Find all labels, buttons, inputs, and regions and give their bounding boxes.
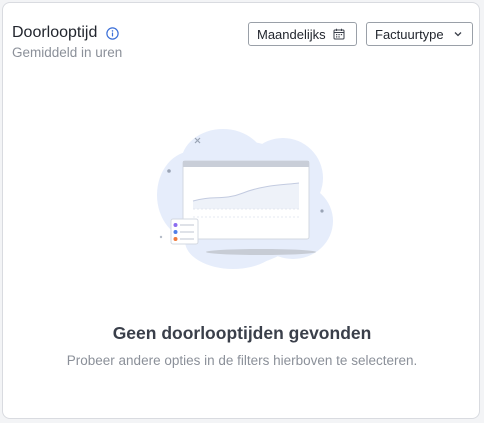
calendar-icon: [333, 28, 345, 40]
turnaround-time-card: Doorlooptijd Gemiddeld in uren Maandelij…: [2, 2, 480, 419]
period-filter-label: Maandelijks: [257, 26, 326, 42]
invoice-type-filter-button[interactable]: Factuurtype: [366, 22, 473, 46]
empty-chart-illustration: [157, 129, 333, 269]
empty-state-description: Probeer andere opties in de filters hier…: [66, 353, 418, 368]
card-header: Doorlooptijd: [12, 24, 120, 42]
invoice-type-filter-label: Factuurtype: [375, 26, 444, 42]
card-title: Doorlooptijd: [12, 24, 98, 41]
period-filter-button[interactable]: Maandelijks: [248, 22, 357, 46]
card-subtitle: Gemiddeld in uren: [12, 45, 123, 60]
chevron-down-icon: [454, 32, 462, 37]
empty-state-title: Geen doorlooptijden gevonden: [112, 323, 372, 343]
info-icon[interactable]: [106, 26, 120, 40]
